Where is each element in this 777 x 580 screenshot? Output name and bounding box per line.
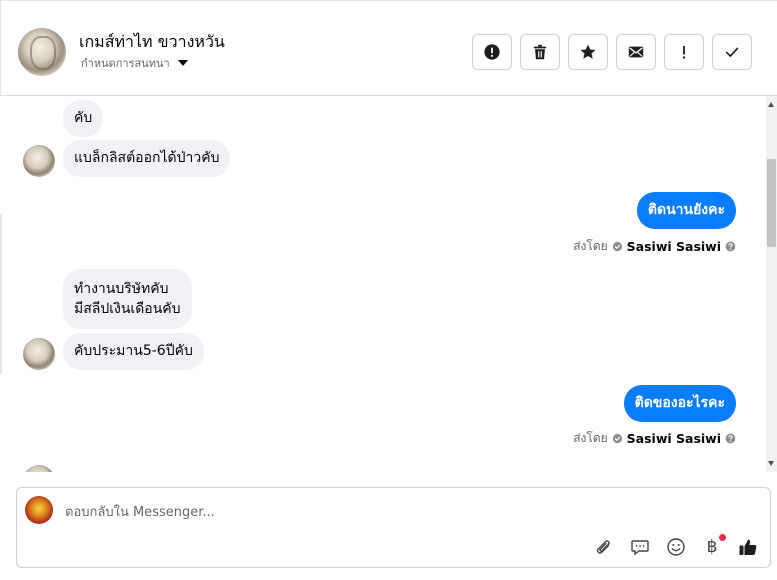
baht-icon: ฿ [706, 537, 718, 557]
sent-by-line: ส่งโดย Sasiwi Sasiwi [573, 429, 736, 448]
reply-composer: ฿ [16, 487, 771, 568]
message-list-scrollbar[interactable] [766, 96, 777, 472]
scroll-down-arrow-icon[interactable] [768, 461, 774, 466]
message-text: ติดนานยังคะ [647, 202, 725, 218]
emoji-button[interactable] [665, 536, 687, 558]
alert-circle-icon [484, 44, 500, 60]
page-avatar [25, 496, 53, 524]
report-button[interactable] [472, 34, 512, 70]
checkmark-icon [725, 47, 739, 57]
star-button[interactable] [568, 34, 608, 70]
verified-check-icon [612, 241, 622, 252]
message-text: แบล็กลิสต์ออกได้ป่าวคับ [74, 150, 220, 166]
sent-by-line: ส่งโดย Sasiwi Sasiwi [573, 237, 736, 256]
help-icon[interactable] [725, 241, 736, 252]
message-text: ติดของอะไรคะ [634, 395, 725, 411]
follow-up-button[interactable] [664, 34, 704, 70]
outgoing-message-bubble[interactable]: ติดนานยังคะ [636, 192, 736, 229]
message-text-line: มีสลีปเงินเดือนคับ [74, 301, 181, 317]
sent-by-name[interactable]: Sasiwi Sasiwi [627, 431, 721, 446]
message-text: คับประมาน5-6ปีคับ [74, 343, 193, 359]
sender-avatar[interactable] [23, 465, 55, 472]
incoming-message-bubble[interactable]: แบล็กลิสต์ออกได้ป่าวคับ [63, 140, 231, 177]
outgoing-message-bubble[interactable]: ติดของอะไรคะ [623, 385, 736, 422]
caret-down-icon [177, 60, 188, 66]
incoming-message-bubble[interactable]: ทำงานบริษัทคับ มีสลีปเงินเดือนคับ [63, 269, 192, 329]
incoming-message-bubble[interactable]: คับ [63, 100, 104, 137]
scrollbar-thumb[interactable] [767, 159, 776, 247]
mark-unread-button[interactable] [616, 34, 656, 70]
contact-name[interactable]: เกมส์ท่าไท ขวางหวัน [79, 30, 225, 55]
mark-done-button[interactable] [712, 34, 752, 70]
sent-by-prefix: ส่งโดย [573, 431, 608, 445]
sender-avatar[interactable] [23, 145, 55, 177]
thumbs-up-icon [739, 539, 757, 555]
sender-avatar[interactable] [23, 338, 55, 370]
conversation-settings-dropdown[interactable]: กำหนดการสนทนา [81, 54, 188, 72]
trash-icon [533, 44, 547, 60]
left-divider [0, 214, 2, 374]
messenger-inbox-thread: เกมส์ท่าไท ขวางหวัน กำหนดการสนทนา คับ แบ… [0, 0, 777, 580]
conversation-settings-label: กำหนดการสนทนา [81, 57, 170, 70]
incoming-message-bubble[interactable]: คับประมาน5-6ปีคับ [63, 333, 204, 370]
notification-dot [719, 534, 726, 541]
attach-file-button[interactable] [593, 536, 615, 558]
help-icon[interactable] [725, 433, 736, 444]
sent-by-name[interactable]: Sasiwi Sasiwi [627, 239, 721, 254]
message-text: คับ [74, 110, 93, 126]
star-icon [580, 44, 596, 59]
delete-button[interactable] [520, 34, 560, 70]
sent-by-prefix: ส่งโดย [573, 239, 608, 253]
exclamation-icon [682, 45, 686, 59]
payment-button[interactable]: ฿ [701, 534, 726, 558]
verified-check-icon [612, 433, 622, 444]
smiley-icon [667, 538, 685, 556]
reply-input[interactable] [65, 502, 725, 522]
message-list[interactable]: คับ แบล็กลิสต์ออกได้ป่าวคับ ติดนานยังคะ … [0, 96, 766, 472]
speech-bubble-icon [631, 540, 649, 556]
conversation-header: เกมส์ท่าไท ขวางหวัน กำหนดการสนทนา [0, 0, 777, 96]
message-text-line: ทำงานบริษัทคับ [74, 281, 169, 297]
envelope-icon [628, 46, 644, 58]
paperclip-icon [596, 540, 610, 554]
scroll-up-arrow-icon[interactable] [768, 102, 774, 107]
saved-replies-button[interactable] [629, 536, 651, 558]
contact-avatar[interactable] [18, 28, 66, 76]
like-button[interactable] [737, 536, 759, 558]
